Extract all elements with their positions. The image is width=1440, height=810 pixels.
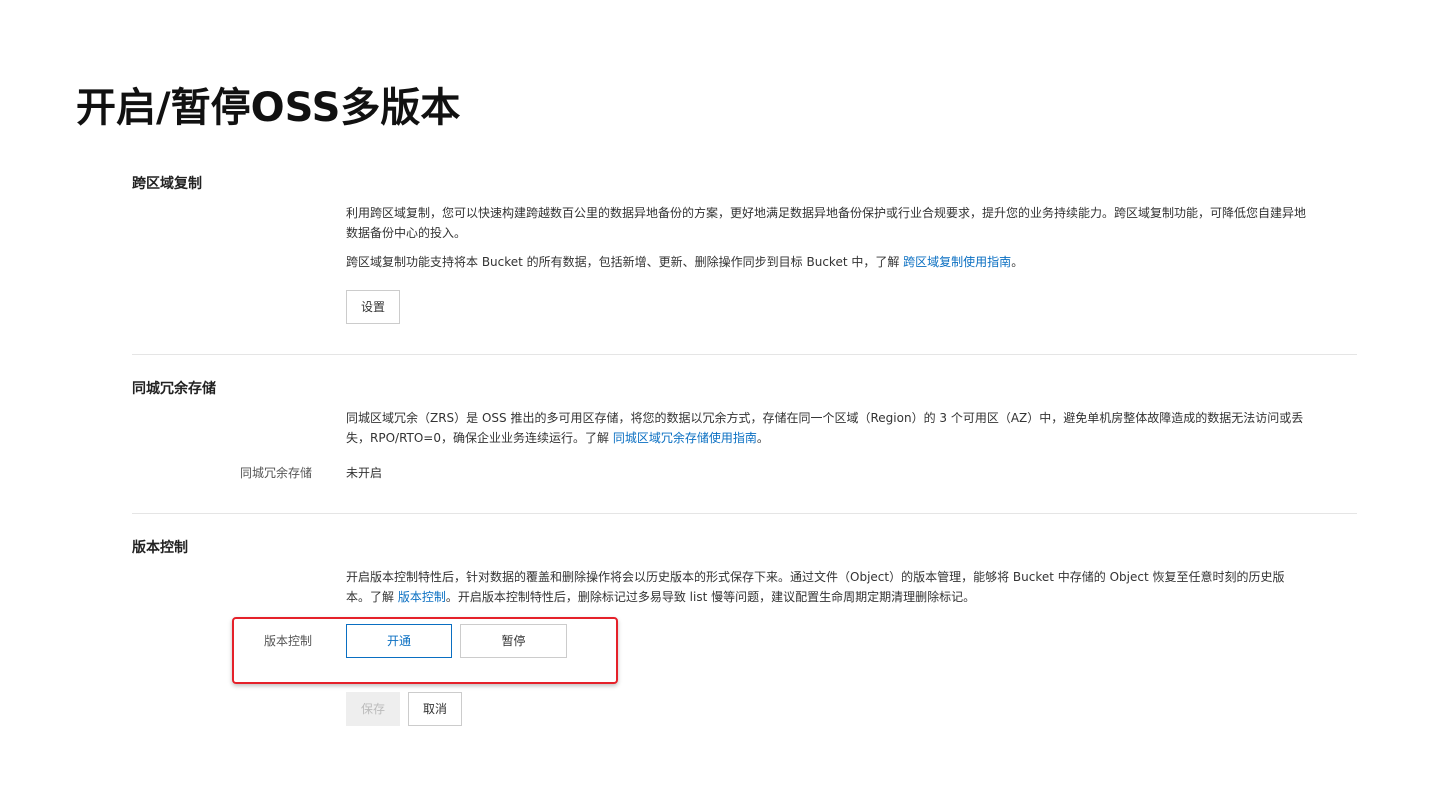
- cancel-button[interactable]: 取消: [408, 692, 462, 726]
- versioning-guide-link[interactable]: 版本控制: [398, 590, 446, 604]
- section-divider: [132, 354, 1357, 355]
- zrs-description: 同城区域冗余（ZRS）是 OSS 推出的多可用区存储，将您的数据以冗余方式，存储…: [346, 408, 1306, 448]
- page-title: 开启/暂停OSS多版本: [76, 85, 461, 131]
- section-title-zrs: 同城冗余存储: [132, 381, 216, 397]
- crr-description: 利用跨区域复制，您可以快速构建跨越数百公里的数据异地备份的方案，更好地满足数据异…: [346, 206, 1307, 240]
- versioning-pause-option[interactable]: 暂停: [460, 624, 567, 658]
- zrs-description-suffix: 。: [756, 431, 769, 445]
- zrs-description-text: 同城区域冗余（ZRS）是 OSS 推出的多可用区存储，将您的数据以冗余方式，存储…: [346, 411, 1304, 445]
- crr-guide-text: 跨区域复制功能支持将本 Bucket 的所有数据，包括新增、更新、删除操作同步到…: [346, 255, 904, 269]
- zrs-field-label: 同城冗余存储: [239, 466, 312, 480]
- versioning-enable-option[interactable]: 开通: [346, 624, 452, 658]
- crr-description-guide: 跨区域复制功能支持将本 Bucket 的所有数据，包括新增、更新、删除操作同步到…: [346, 252, 1306, 272]
- versioning-field-label: 版本控制: [263, 634, 312, 648]
- zrs-status-value: 未开启: [346, 466, 383, 480]
- crr-guide-link[interactable]: 跨区域复制使用指南: [903, 255, 1011, 269]
- zrs-guide-link[interactable]: 同城区域冗余存储使用指南: [613, 431, 757, 445]
- versioning-description-suffix: 。开启版本控制特性后，删除标记过多易导致 list 慢等问题，建议配置生命周期定…: [445, 590, 976, 604]
- crr-guide-suffix: 。: [1011, 255, 1024, 269]
- section-divider: [132, 513, 1357, 514]
- crr-settings-button[interactable]: 设置: [346, 290, 400, 324]
- versioning-description: 开启版本控制特性后，针对数据的覆盖和删除操作将会以历史版本的形式保存下来。通过文…: [346, 567, 1306, 607]
- section-title-crr: 跨区域复制: [132, 176, 202, 192]
- save-button[interactable]: 保存: [346, 692, 400, 726]
- section-title-versioning: 版本控制: [132, 540, 188, 556]
